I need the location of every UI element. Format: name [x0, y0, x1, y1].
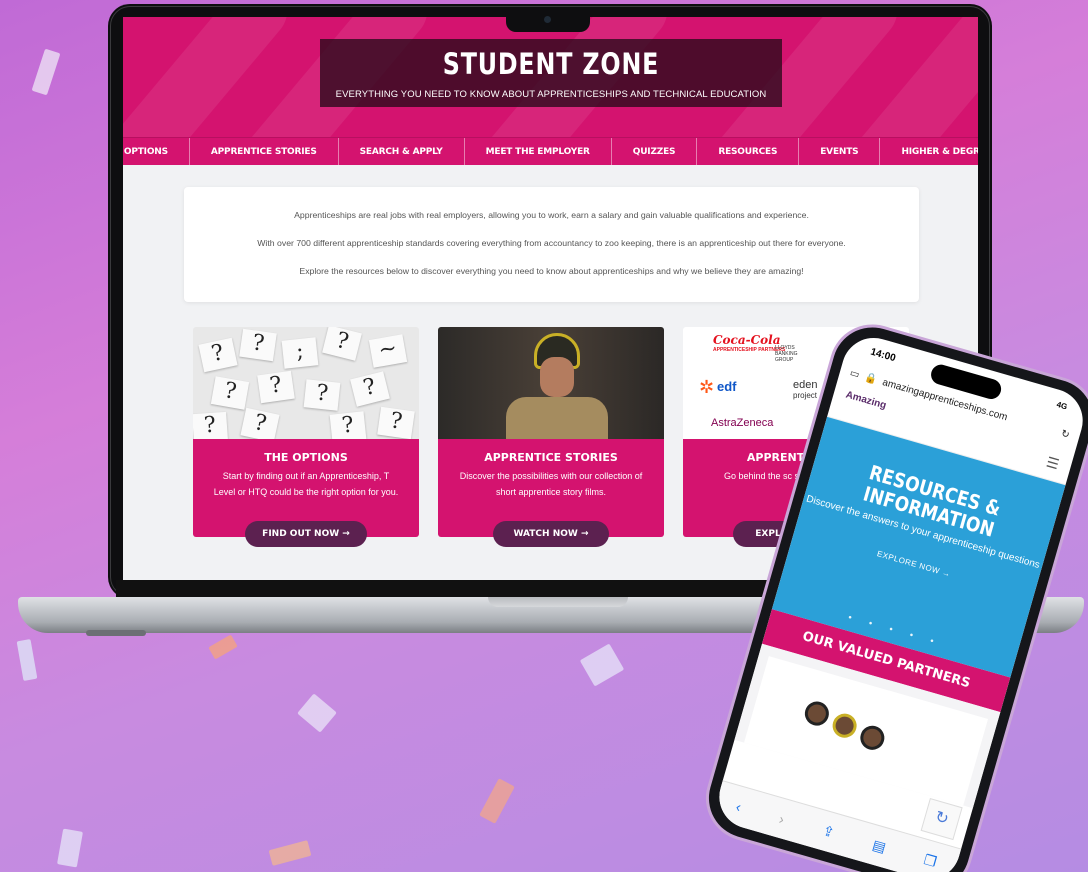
edf-logo: edf: [717, 379, 737, 394]
confetti-piece: [479, 778, 515, 824]
nav-item-options[interactable]: E OPTIONS: [123, 138, 190, 165]
hero-banner: STUDENT ZONE EVERYTHING YOU NEED TO KNOW…: [123, 17, 978, 137]
edf-flower-icon: ✲: [699, 377, 715, 397]
eden-project-logo: eden: [793, 379, 818, 391]
lock-icon: 🔒: [863, 371, 879, 386]
share-icon[interactable]: ⇪: [820, 822, 837, 842]
eden-project-logo-subtext: project: [793, 391, 818, 400]
astrazeneca-logo: AstraZeneca: [711, 417, 774, 429]
nav-item-quizzes[interactable]: QUIZZES: [612, 138, 698, 165]
status-time: 14:00: [869, 346, 897, 365]
confetti-piece: [208, 634, 238, 660]
card-the-options[interactable]: ? ? ; ? ~ ? ? ? ? ? ? ? ? THE OPTIONS St…: [193, 327, 419, 537]
recaptcha-badge[interactable]: ↻: [920, 798, 963, 841]
coca-cola-logo: Coca-Cola: [713, 333, 781, 347]
firefighter-image: [438, 327, 664, 439]
question-marks-image: ? ? ; ? ~ ? ? ? ? ? ? ? ?: [193, 327, 419, 439]
intro-panel: Apprenticeships are real jobs with real …: [184, 187, 919, 302]
confetti-piece: [16, 639, 38, 681]
forward-icon[interactable]: ›: [777, 810, 786, 827]
main-nav: E OPTIONS APPRENTICE STORIES SEARCH & AP…: [123, 137, 978, 165]
card-description: Start by finding out if an Apprenticeshi…: [213, 471, 399, 497]
camera-notch: [506, 10, 590, 32]
bookmarks-icon[interactable]: ▤: [870, 836, 888, 856]
signal-indicator: 4G: [1055, 399, 1069, 412]
intro-text: Explore the resources below to discover …: [299, 266, 804, 276]
confetti-piece: [579, 643, 625, 687]
intro-text: With over 700 different apprenticeship s…: [257, 238, 846, 248]
back-icon[interactable]: ‹: [734, 798, 743, 815]
watch-now-button[interactable]: WATCH NOW →: [493, 521, 609, 547]
menu-icon[interactable]: ☰: [1044, 453, 1061, 473]
page-subtitle: EVERYTHING YOU NEED TO KNOW ABOUT APPREN…: [335, 89, 767, 100]
card-apprentice-stories[interactable]: APPRENTICE STORIES Discover the possibil…: [438, 327, 664, 537]
laptop-foot: [86, 630, 146, 636]
page-title: STUDENT ZONE: [442, 47, 660, 81]
card-description: Discover the possibilities with our coll…: [459, 471, 643, 497]
nav-item-apprentice-stories[interactable]: APPRENTICE STORIES: [190, 138, 339, 165]
tabs-icon[interactable]: ▭: [849, 367, 861, 380]
nav-item-higher-degree-vacancies[interactable]: HIGHER & DEGREE VACANCI: [880, 138, 978, 165]
intro-text: Apprenticeships are real jobs with real …: [294, 210, 809, 220]
confetti-piece: [31, 48, 61, 96]
trackpad-notch: [488, 597, 628, 607]
nav-item-resources[interactable]: RESOURCES: [697, 138, 800, 165]
tabs-overview-icon[interactable]: ❐: [922, 851, 938, 871]
nav-item-meet-the-employer[interactable]: MEET THE EMPLOYER: [465, 138, 612, 165]
confetti-piece: [268, 840, 312, 866]
confetti-piece: [57, 828, 83, 868]
lloyds-logo: LLOYDS BANKING GROUP: [775, 345, 798, 363]
hero-title-box: STUDENT ZONE EVERYTHING YOU NEED TO KNOW…: [320, 39, 782, 107]
card-title: THE OPTIONS: [264, 451, 348, 464]
site-logo[interactable]: Amazing: [844, 389, 887, 411]
card-title: APPRENTICE STORIES: [484, 451, 618, 464]
reload-icon[interactable]: ↻: [1060, 428, 1071, 441]
nav-item-search-apply[interactable]: SEARCH & APPLY: [339, 138, 465, 165]
confetti-piece: [297, 693, 337, 733]
nav-item-events[interactable]: EVENTS: [799, 138, 881, 165]
find-out-now-button[interactable]: FIND OUT NOW →: [245, 521, 367, 547]
